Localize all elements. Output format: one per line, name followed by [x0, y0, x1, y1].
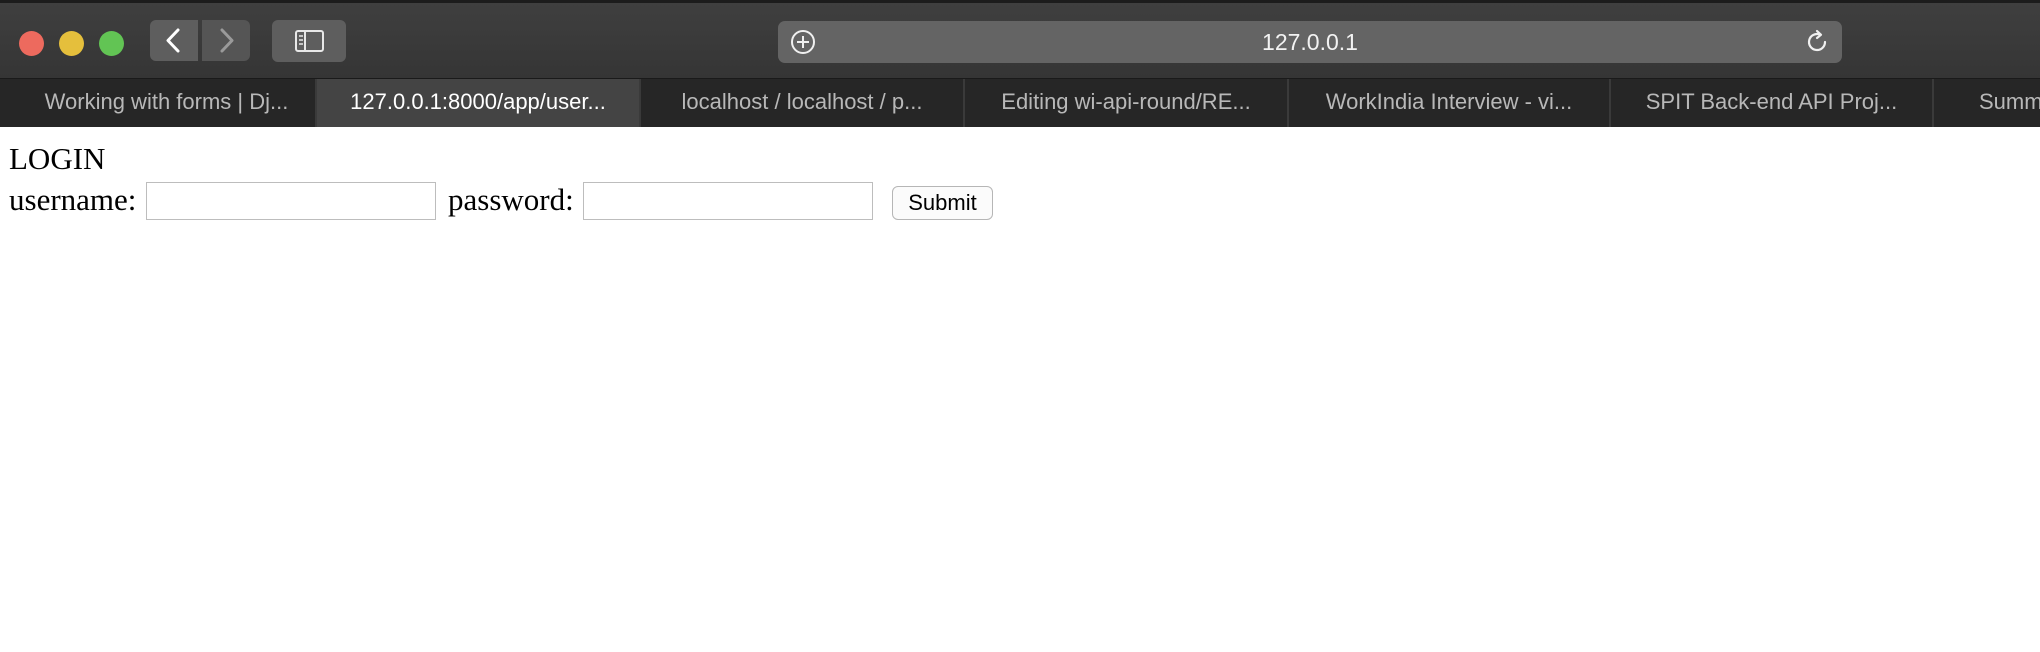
tab-editing-wi-api-round[interactable]: Editing wi-api-round/RE...: [965, 79, 1289, 127]
sidebar-toggle-button[interactable]: [272, 20, 346, 62]
username-label: username:: [9, 182, 137, 217]
browser-toolbar: 127.0.0.1: [0, 0, 2040, 78]
tab-summ[interactable]: Summ: [1934, 79, 2040, 127]
page-content: LOGIN username: password: Submit: [0, 127, 2040, 652]
page-title: LOGIN: [9, 141, 106, 176]
password-label: password:: [448, 182, 574, 217]
close-window-button[interactable]: [19, 31, 44, 56]
tab-localhost[interactable]: localhost / localhost / p...: [641, 79, 965, 127]
submit-button[interactable]: Submit: [892, 186, 993, 220]
forward-button[interactable]: [202, 20, 250, 61]
maximize-window-button[interactable]: [99, 31, 124, 56]
chevron-left-icon: [166, 28, 180, 53]
address-bar[interactable]: 127.0.0.1: [778, 21, 1842, 63]
address-url-text: 127.0.0.1: [1262, 29, 1358, 55]
back-button[interactable]: [150, 20, 198, 61]
reload-icon[interactable]: [1802, 27, 1832, 57]
tab-working-with-forms[interactable]: Working with forms | Dj...: [0, 79, 317, 127]
tab-spit-backend-api[interactable]: SPIT Back-end API Proj...: [1611, 79, 1934, 127]
password-input[interactable]: [583, 182, 873, 220]
tab-workindia-interview[interactable]: WorkIndia Interview - vi...: [1289, 79, 1611, 127]
tab-app-user[interactable]: 127.0.0.1:8000/app/user...: [317, 79, 641, 127]
sidebar-icon: [295, 30, 324, 52]
minimize-window-button[interactable]: [59, 31, 84, 56]
tab-strip: Working with forms | Dj... 127.0.0.1:800…: [0, 78, 2040, 127]
chevron-right-icon: [220, 28, 234, 53]
username-input[interactable]: [146, 182, 436, 220]
